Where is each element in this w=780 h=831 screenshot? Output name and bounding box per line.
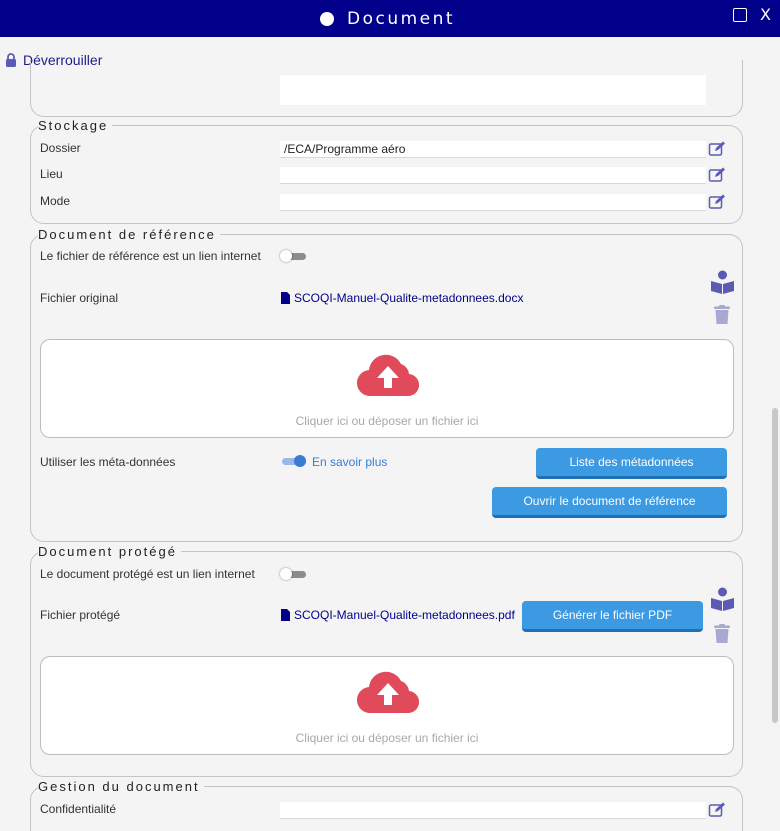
toggle-knob [280, 250, 292, 262]
gestion-legend: Gestion du document [38, 779, 204, 794]
generate-pdf-button[interactable]: Générer le fichier PDF [522, 601, 703, 632]
dossier-label: Dossier [40, 141, 81, 155]
original-file-label: Fichier original [40, 291, 119, 305]
mode-label: Mode [40, 194, 71, 208]
toggle-knob [280, 568, 292, 580]
metadata-list-button[interactable]: Liste des métadonnées [536, 448, 727, 479]
dossier-field[interactable]: /ECA/Programme aéro [280, 141, 706, 158]
book-reader-icon[interactable] [710, 587, 735, 611]
lock-icon [6, 53, 16, 67]
protected-file-name: SCOQI-Manuel-Qualite-metadonnees.pdf [294, 608, 515, 622]
lieu-edit-icon[interactable] [708, 167, 726, 183]
reference-dropzone-hint: Cliquer ici ou déposer un fichier ici [295, 414, 479, 428]
file-icon [281, 609, 290, 621]
scrollbar[interactable] [772, 408, 778, 723]
confidentiality-field[interactable] [280, 802, 706, 819]
toggle-knob [294, 455, 306, 467]
status-dot-icon [320, 12, 334, 26]
window-title-bar: Document X [0, 0, 780, 37]
reference-legend: Document de référence [38, 227, 220, 242]
reference-link-toggle-label: Le fichier de référence est un lien inte… [40, 249, 261, 263]
file-icon [281, 292, 290, 304]
protected-file-label: Fichier protégé [40, 608, 121, 622]
protected-dropzone[interactable]: Cliquer ici ou déposer un fichier ici [40, 656, 734, 755]
mode-edit-icon[interactable] [708, 194, 726, 210]
protected-file-link[interactable]: SCOQI-Manuel-Qualite-metadonnees.pdf [281, 608, 515, 622]
confidentiality-edit-icon[interactable] [708, 802, 726, 818]
protected-link-toggle[interactable] [280, 568, 306, 580]
learn-more-link[interactable]: En savoir plus [312, 455, 387, 469]
upload-cloud-icon [357, 354, 419, 397]
dossier-edit-icon[interactable] [708, 141, 726, 157]
trash-icon[interactable] [714, 305, 730, 324]
original-file-name: SCOQI-Manuel-Qualite-metadonnees.docx [294, 291, 524, 305]
protected-link-toggle-label: Le document protégé est un lien internet [40, 567, 255, 581]
window-title: Document [347, 9, 456, 29]
maximize-icon[interactable] [733, 8, 747, 22]
confidentiality-label: Confidentialité [40, 802, 117, 816]
close-icon[interactable]: X [760, 5, 771, 24]
metadata-toggle[interactable] [280, 455, 306, 467]
upload-cloud-icon [357, 671, 419, 714]
lieu-field[interactable] [280, 167, 706, 184]
reference-dropzone[interactable]: Cliquer ici ou déposer un fichier ici [40, 339, 734, 438]
metadata-label: Utiliser les méta-données [40, 455, 176, 469]
protected-dropzone-hint: Cliquer ici ou déposer un fichier ici [295, 731, 479, 745]
open-reference-button[interactable]: Ouvrir le document de référence [492, 487, 727, 518]
lieu-label: Lieu [40, 167, 63, 181]
mode-field[interactable] [280, 194, 706, 211]
textarea-field[interactable] [280, 75, 706, 105]
reference-link-toggle[interactable] [280, 250, 306, 262]
trash-icon[interactable] [714, 624, 730, 643]
original-file-link[interactable]: SCOQI-Manuel-Qualite-metadonnees.docx [281, 291, 523, 305]
stockage-legend: Stockage [38, 118, 113, 133]
protected-legend: Document protégé [38, 544, 181, 559]
book-reader-icon[interactable] [710, 270, 735, 294]
